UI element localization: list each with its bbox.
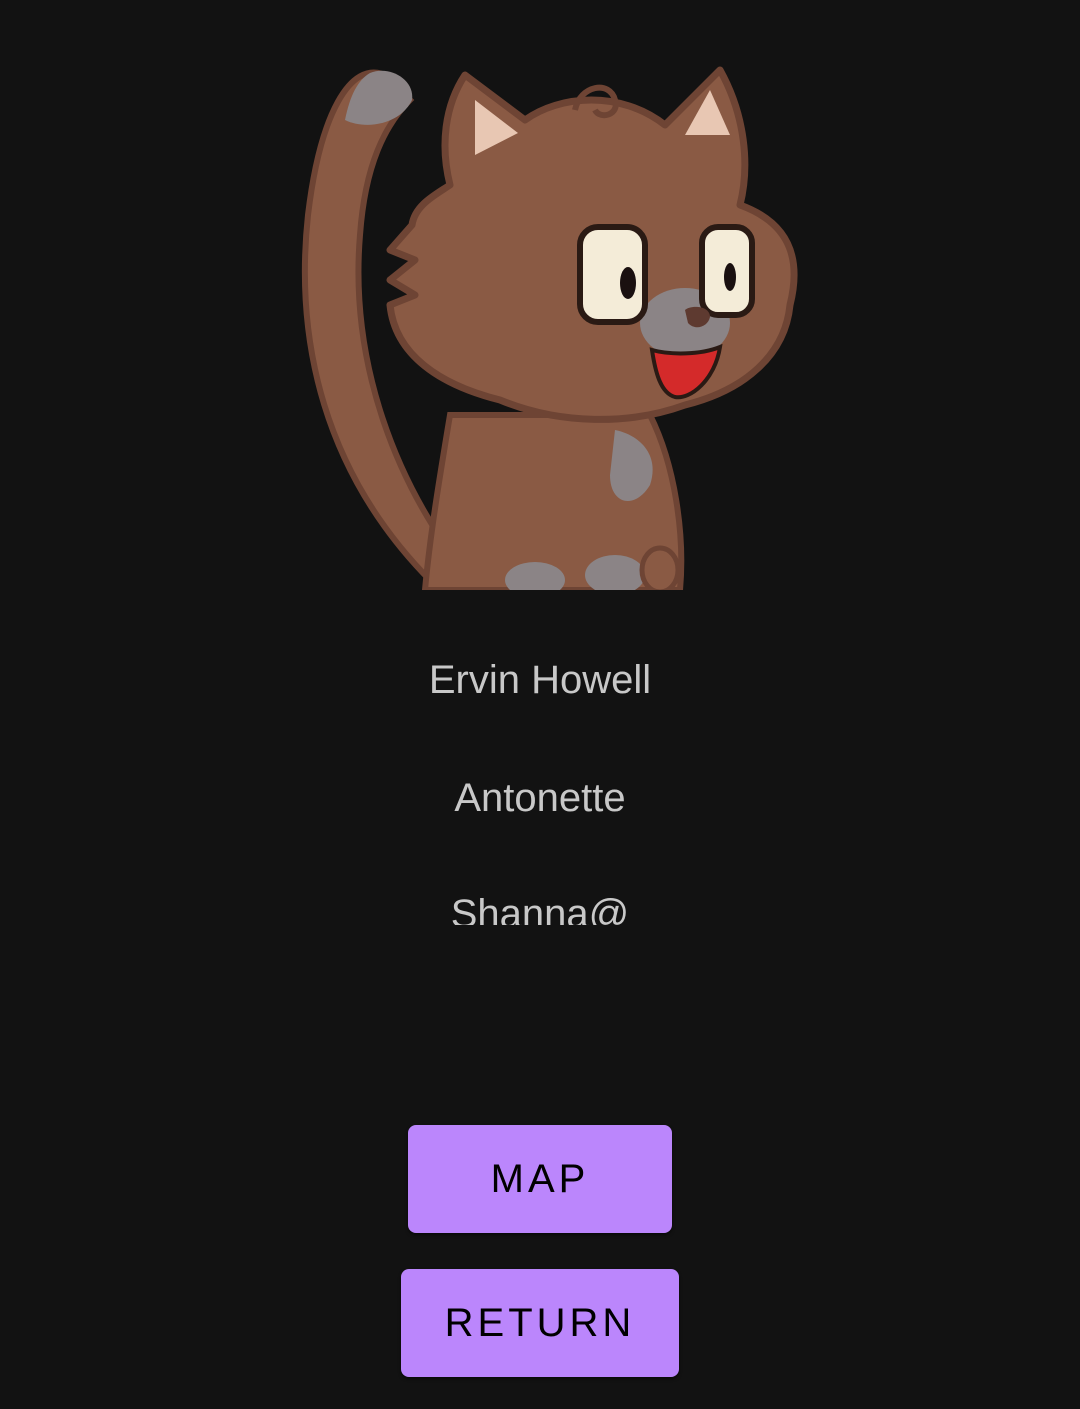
return-button[interactable]: RETURN <box>401 1269 679 1377</box>
user-email-container: Shanna@ <box>0 880 1080 925</box>
user-name: Ervin Howell <box>428 658 652 702</box>
user-username: Antonette <box>454 776 626 820</box>
user-email: Shanna@ <box>450 892 630 925</box>
map-button[interactable]: MAP <box>408 1125 672 1233</box>
user-detail-screen: Ervin Howell Antonette Shanna@ MAP RETUR… <box>0 0 1080 1409</box>
cat-avatar-icon <box>290 55 810 590</box>
